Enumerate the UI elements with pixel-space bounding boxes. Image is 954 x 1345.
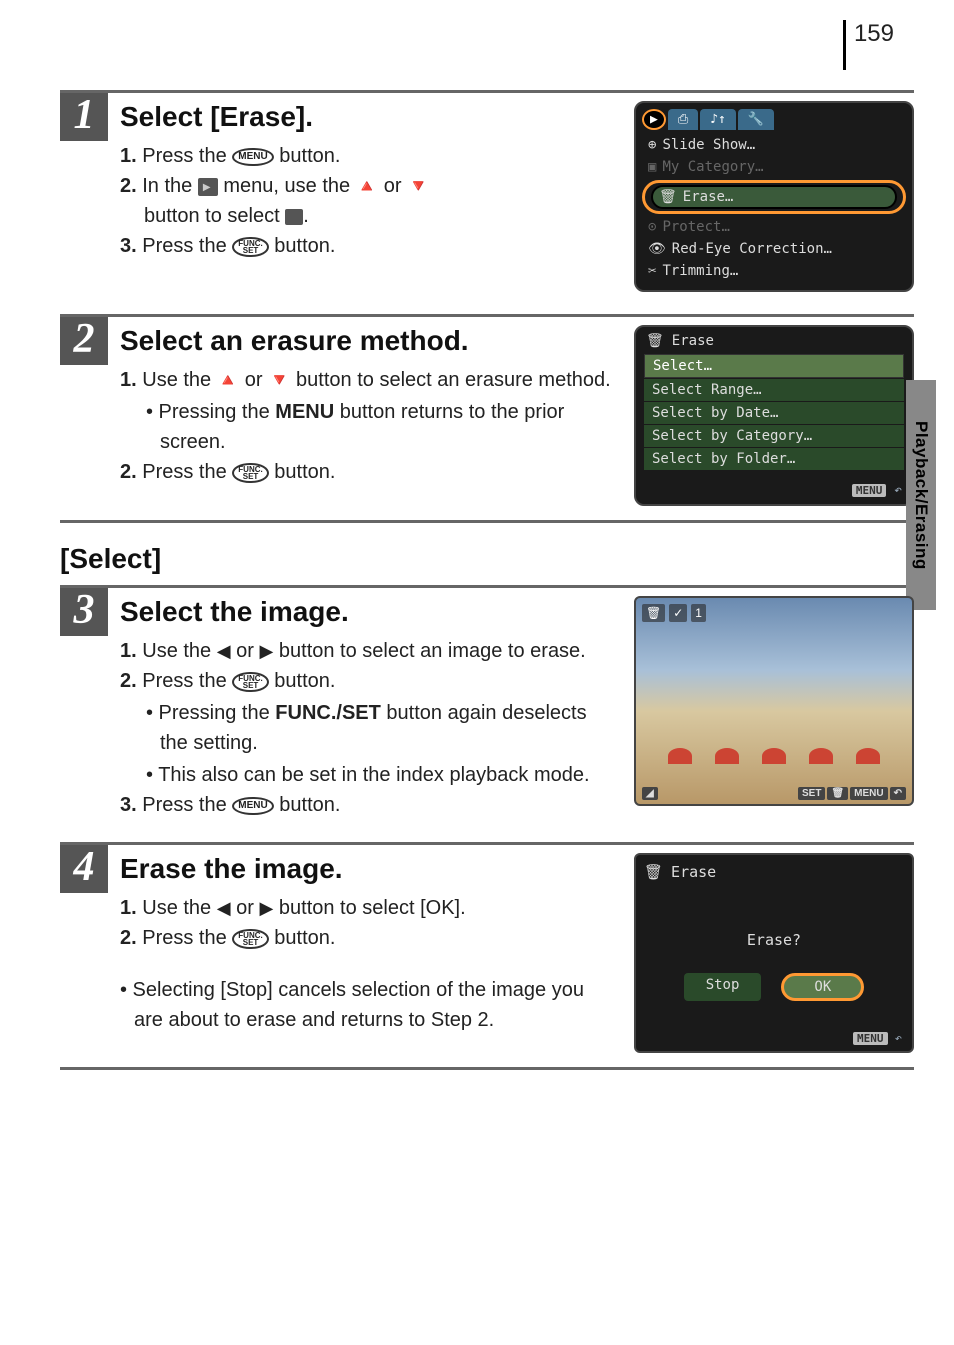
play-menu-icon	[198, 178, 218, 196]
step-1: 1 Select [Erase]. 1. Press the MENU butt…	[60, 90, 914, 306]
step-3-line-2: 2. Press the FUNC.SET button.	[120, 666, 614, 696]
step-2-number: 2	[60, 317, 108, 365]
set-badge: SET	[798, 787, 825, 800]
step-3-number: 3	[60, 588, 108, 636]
step-1-line-2: 2. In the menu, use the 🔺 or 🔻 button to…	[120, 171, 614, 231]
step-1-line-3: 3. Press the FUNC.SET button.	[120, 231, 614, 261]
trash-icon: 🗑	[646, 333, 664, 349]
erase-header-text: Erase	[672, 333, 714, 349]
erase-option-date: Select by Date…	[644, 402, 904, 424]
step-2-line-1: 1. Use the 🔺 or 🔻 button to select an er…	[120, 365, 614, 395]
menu-item-mycategory: ▣My Category…	[644, 156, 904, 178]
beach-scene	[636, 748, 912, 764]
ok-button-highlighted: OK	[781, 973, 864, 1001]
print-tab: ⎙	[668, 109, 698, 130]
main-content: 1 Select [Erase]. 1. Press the MENU butt…	[0, 90, 954, 1118]
step-1-number: 1	[60, 93, 108, 141]
step-1-line-1: 1. Press the MENU button.	[120, 141, 614, 171]
menu-footer: MENU ↶	[853, 1031, 902, 1045]
func-set-button-icon: FUNC.SET	[232, 237, 268, 257]
step-3-title: Select the image.	[120, 596, 614, 628]
right-arrow-icon: ▶	[259, 641, 273, 661]
menu-button-icon: MENU	[232, 148, 273, 166]
page-number-divider	[843, 20, 846, 70]
play-tab-icon: ▶	[642, 109, 666, 130]
size-icon: ◢	[642, 787, 658, 800]
left-arrow-icon: ◀	[217, 898, 231, 918]
menu-badge: MENU	[850, 787, 887, 800]
step-4: 4 Erase the image. 1. Use the ◀ or ▶ but…	[60, 842, 914, 1070]
menu-item-slideshow: ⊕Slide Show…	[644, 134, 904, 156]
right-arrow-icon: ▶	[259, 898, 273, 918]
step-4-bullet-1: • Selecting [Stop] cancels selection of …	[120, 975, 614, 1035]
menu-item-erase-highlighted: 🗑Erase…	[642, 180, 906, 214]
step-3: 3 Select the image. 1. Use the ◀ or ▶ bu…	[60, 585, 914, 834]
step-3-line-3: 3. Press the MENU button.	[120, 790, 614, 820]
tools-tab: 🔧	[738, 109, 774, 130]
menu-item-redeye: 👁Red-Eye Correction…	[644, 238, 904, 260]
erase-option-folder: Select by Folder…	[644, 448, 904, 470]
left-arrow-icon: ◀	[217, 641, 231, 661]
down-arrow-icon: 🔻	[268, 370, 290, 390]
step-4-screenshot: 🗑 Erase Erase? Stop OK MENU ↶	[634, 853, 914, 1053]
menu-button-icon: MENU	[232, 797, 273, 815]
step-3-screenshot: 🗑 ✓ 1 ◢ SET 🗑 MENU ↶	[634, 596, 914, 820]
step-4-number: 4	[60, 845, 108, 893]
erase-option-select: Select…	[644, 354, 904, 378]
step-3-bullet-2: • This also can be set in the index play…	[120, 760, 614, 790]
side-tab: Playback/Erasing	[906, 380, 936, 610]
select-section-header: [Select]	[60, 543, 914, 575]
check-icon: ✓	[669, 604, 687, 622]
step-2-title: Select an erasure method.	[120, 325, 614, 357]
step-4-line-2: 2. Press the FUNC.SET button.	[120, 923, 614, 953]
erase-header-text: Erase	[671, 863, 716, 881]
func-set-button-icon: FUNC.SET	[232, 929, 268, 949]
up-arrow-icon: 🔺	[356, 176, 378, 196]
step-2-line-2: 2. Press the FUNC.SET button.	[120, 457, 614, 487]
up-arrow-icon: 🔺	[217, 370, 239, 390]
menu-item-trimming: ✂Trimming…	[644, 260, 904, 282]
func-set-button-icon: FUNC.SET	[232, 463, 268, 483]
sound-tab: ♪↑	[700, 109, 736, 130]
erase-prompt: Erase?	[644, 931, 904, 949]
func-set-button-icon: FUNC.SET	[232, 672, 268, 692]
step-2-screenshot: 🗑 Erase Select… Select Range… Select by …	[634, 325, 914, 506]
stop-button: Stop	[684, 973, 762, 1001]
menu-item-protect: ⊙Protect…	[644, 216, 904, 238]
count-badge: 1	[691, 604, 706, 622]
step-1-title: Select [Erase].	[120, 101, 614, 133]
side-tab-label: Playback/Erasing	[911, 421, 931, 570]
step-2-bullet-1: • Pressing the MENU button returns to th…	[120, 397, 614, 457]
step-4-line-1: 1. Use the ◀ or ▶ button to select [OK].	[120, 893, 614, 923]
menu-footer: MENU ↶	[636, 477, 912, 504]
trash-icon: 🗑	[642, 604, 665, 622]
step-1-screenshot: ▶ ⎙ ♪↑ 🔧 ⊕Slide Show… ▣My Category… 🗑Era…	[634, 101, 914, 292]
step-3-bullet-1: • Pressing the FUNC./SET button again de…	[120, 698, 614, 758]
trash-badge: 🗑	[827, 787, 848, 800]
trash-icon: 🗑	[644, 863, 663, 881]
erase-option-category: Select by Category…	[644, 425, 904, 447]
erase-option-range: Select Range…	[644, 379, 904, 401]
back-badge: ↶	[890, 787, 906, 800]
trash-icon	[285, 209, 303, 225]
page-number: 159	[854, 20, 894, 70]
down-arrow-icon: 🔻	[407, 176, 429, 196]
step-2: 2 Select an erasure method. 1. Use the 🔺…	[60, 314, 914, 523]
page-number-area: 159	[0, 0, 954, 90]
step-3-line-1: 1. Use the ◀ or ▶ button to select an im…	[120, 636, 614, 666]
step-4-title: Erase the image.	[120, 853, 614, 885]
